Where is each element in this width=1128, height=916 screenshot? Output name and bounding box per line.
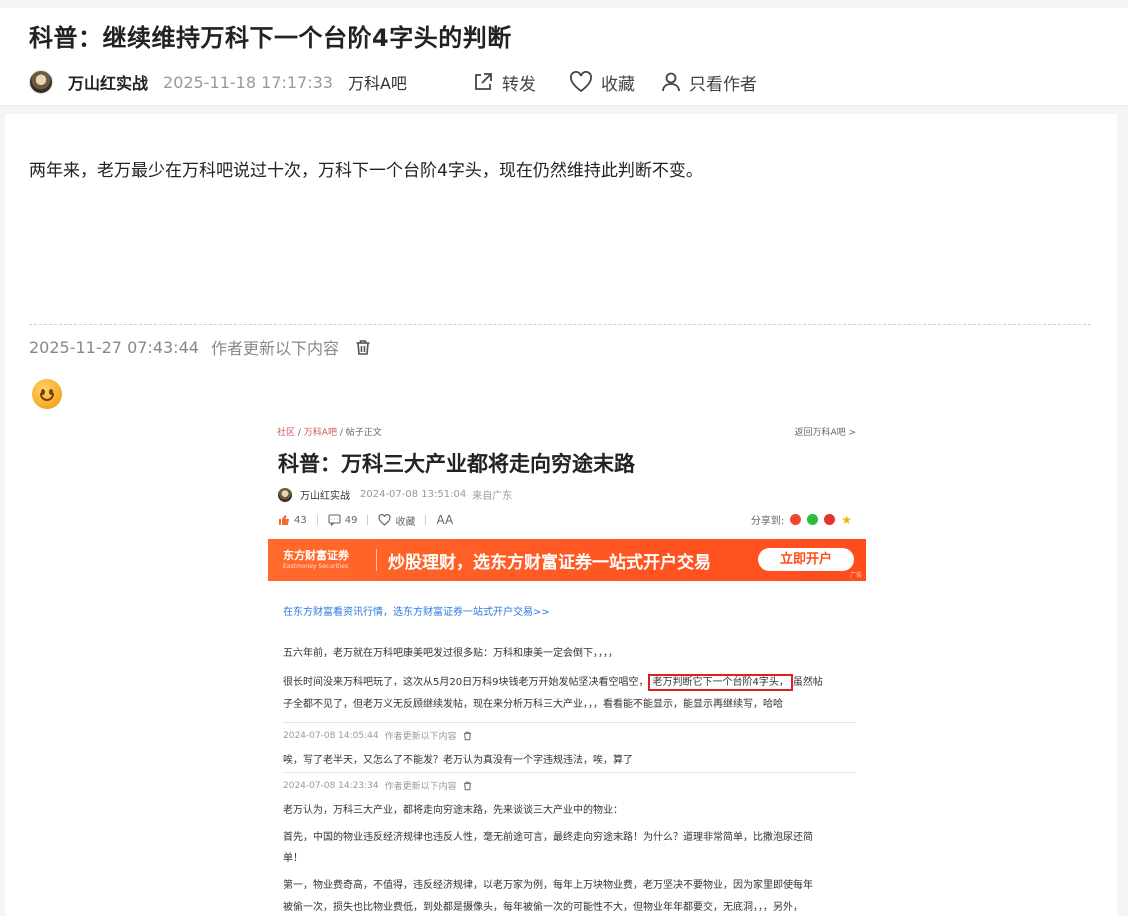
shot-update-2-text-5: 被偷一次，损失也比物业费低，到处都是摄像头，每年被偷一次的可能性不大，但物业年年… xyxy=(283,902,803,913)
avatar[interactable] xyxy=(29,70,53,94)
shot-share-label: 分享到: xyxy=(750,516,785,527)
post-meta: 万山红实战 2025-11-18 17:17:33 万科A吧 xyxy=(29,69,407,95)
forward-button[interactable]: 转发 xyxy=(472,69,536,95)
shot-update-2-text-2: 首先，中国的物业违反经济规律也违反人性，毫无前途可言，最终走向穷途末路！为什么？… xyxy=(283,832,813,843)
user-icon xyxy=(662,72,680,92)
shot-stats: 43 49 收藏 AA xyxy=(278,512,453,528)
share-app-icon xyxy=(790,514,802,525)
update-datetime: 2025-11-27 07:43:44 xyxy=(29,337,199,357)
shot-likes: 43 xyxy=(294,514,307,526)
favorite-button[interactable]: 收藏 xyxy=(569,69,635,95)
post-intro-text: 两年来，老万最少在万科吧说过十次，万科下一个台阶4字头，现在仍然维持此判断不变。 xyxy=(29,161,703,181)
shot-promo-link: 在东方财富看资讯行情，选东方财富证券一站式开户交易>> xyxy=(283,607,550,618)
banner-divider xyxy=(376,549,377,571)
trash-icon[interactable] xyxy=(355,339,371,356)
shot-back-link: 返回万科A吧 > xyxy=(794,428,856,438)
author-update-header: 2025-11-27 07:43:44 作者更新以下内容 xyxy=(29,335,371,359)
comment-icon xyxy=(328,514,341,526)
shot-update-1-header: 2024-07-08 14:05:44 作者更新以下内容 xyxy=(283,729,472,742)
heart-icon xyxy=(378,514,391,526)
shot-location: 来自广东 xyxy=(472,491,513,502)
shot-meta: 万山红实战 2024-07-08 13:51:04 来自广东 xyxy=(278,487,512,502)
shot-title: 科普：万科三大产业都将走向穷途末路 xyxy=(278,452,635,476)
update-divider xyxy=(29,324,1091,325)
shot-update-2-text-4: 第一，物业费奇高，不值得，违反经济规律，以老万家为例，每年上万块物业费，老万坚决… xyxy=(283,880,813,891)
share-icon xyxy=(475,73,492,90)
banner-ad-tag: 广告 xyxy=(849,572,862,579)
shot-update-2-text-3: 单！ xyxy=(283,853,303,864)
post-title: 科普：继续维持万科下一个台阶4字头的判断 xyxy=(29,24,512,52)
favorite-label: 收藏 xyxy=(601,74,635,95)
update-label: 作者更新以下内容 xyxy=(210,339,339,358)
wechat-icon xyxy=(807,514,819,525)
trash-icon xyxy=(463,781,471,790)
post-datetime: 2025-11-18 17:17:33 xyxy=(163,72,333,92)
bar-link[interactable]: 万科A吧 xyxy=(348,70,407,94)
forward-label: 转发 xyxy=(502,74,536,95)
highlighted-judgement: 老万判断它下一个台阶4字头， xyxy=(648,674,793,691)
shot-paragraph-2: 很长时间没来万科吧玩了，这次从5月20日万科9块钱老万开始发帖坚决看空唱空， 老万… xyxy=(283,673,823,691)
star-icon: ★ xyxy=(841,512,852,527)
shot-comments: 49 xyxy=(344,514,358,526)
shot-font-size-label: AA xyxy=(436,513,454,527)
ad-banner[interactable]: 东方财富证券 Eastmoney Securities 炒股理财，选东方财富证券… xyxy=(268,539,866,581)
heart-icon xyxy=(570,71,592,93)
banner-logo: 东方财富证券 xyxy=(283,549,349,562)
author-only-button[interactable]: 只看作者 xyxy=(661,69,757,95)
shot-datetime: 2024-07-08 13:51:04 xyxy=(360,489,467,500)
trash-icon xyxy=(463,731,471,740)
shot-update-2-text-1: 老万认为，万科三大产业，都将走向穷途末路，先来谈谈三大产业中的物业： xyxy=(283,805,623,816)
post-body: 两年来，老万最少在万科吧说过十次，万科下一个台阶4字头，现在仍然维持此判断不变。… xyxy=(5,114,1117,916)
shot-favorite-label: 收藏 xyxy=(395,516,416,528)
shot-avatar xyxy=(278,487,292,502)
smiley-emoji-icon xyxy=(32,379,62,409)
open-account-button[interactable]: 立即开户 xyxy=(758,548,854,571)
shot-divider xyxy=(283,772,856,773)
shot-paragraph-3: 子全都不见了，但老万义无反顾继续发帖，现在来分析万科三大产业，，，看看能不能显示… xyxy=(283,699,783,710)
shot-author: 万山红实战 xyxy=(300,491,350,502)
thumbs-up-icon xyxy=(279,515,289,525)
shot-update-1-text: 唉，写了老半天，又怎么了不能发？老万认为真没有一个字违规违法，唉，算了 xyxy=(283,755,633,766)
shot-update-2-header: 2024-07-08 14:23:34 作者更新以下内容 xyxy=(283,779,472,792)
shot-paragraph-1: 五六年前，老万就在万科吧康美吧发过很多贴：万科和康美一定会倒下，，，， xyxy=(283,648,618,659)
author-only-label: 只看作者 xyxy=(689,74,757,95)
shot-divider xyxy=(283,722,856,723)
author-name[interactable]: 万山红实战 xyxy=(68,70,148,94)
weibo-icon xyxy=(824,514,836,525)
embedded-screenshot-image[interactable]: 社区 / 万科A吧 / 帖子正文 返回万科A吧 > 科普：万科三大产业都将走向穷… xyxy=(263,425,866,916)
post-header: 科普：继续维持万科下一个台阶4字头的判断 万山红实战 2025-11-18 17… xyxy=(0,8,1128,106)
shot-breadcrumb: 社区 / 万科A吧 / 帖子正文 xyxy=(277,428,382,438)
banner-logo-sub: Eastmoney Securities xyxy=(283,563,348,570)
shot-share: 分享到: ★ xyxy=(750,512,852,528)
banner-slogan: 炒股理财，选东方财富证券一站式开户交易 xyxy=(388,553,711,573)
